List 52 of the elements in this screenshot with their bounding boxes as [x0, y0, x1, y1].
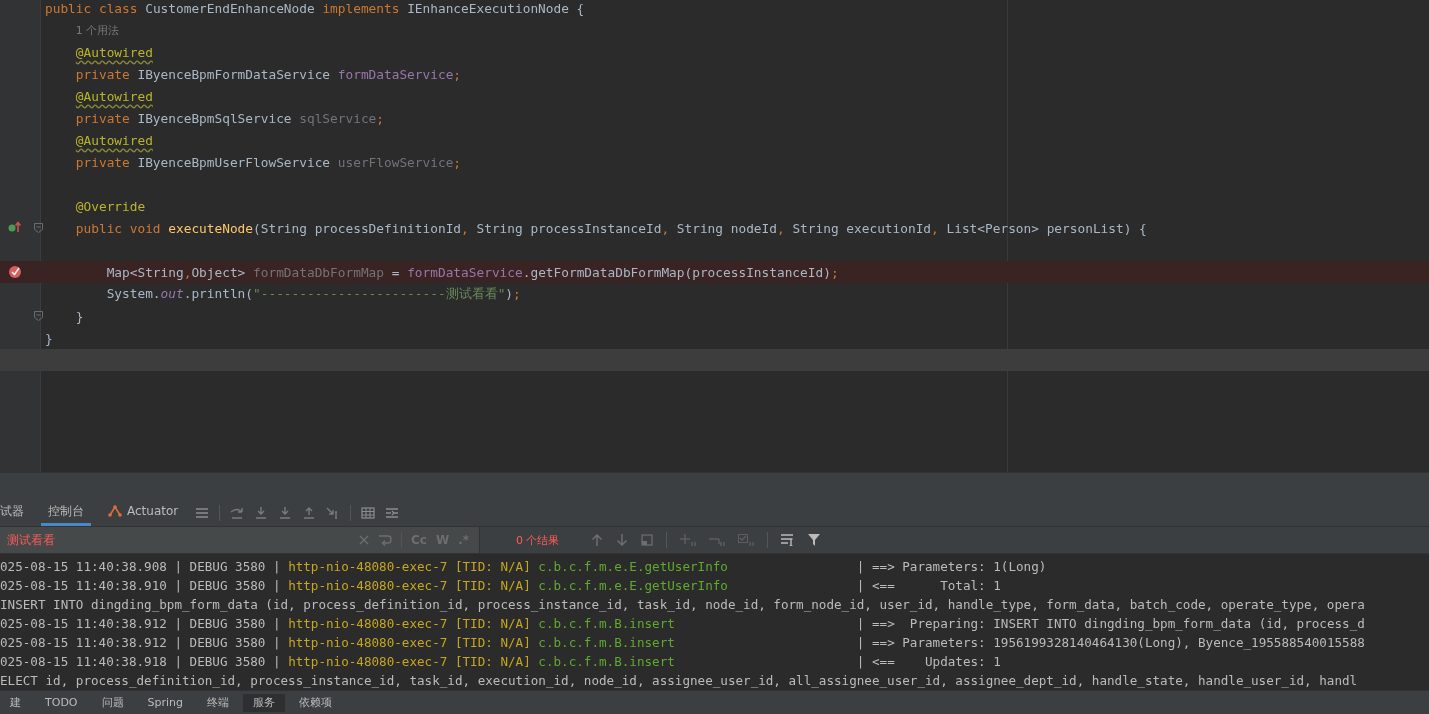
window-icon[interactable]	[640, 534, 653, 546]
bottom-tool-tab[interactable]: 依赖项	[289, 693, 342, 712]
code-line: private IByenceBpmSqlService sqlService;	[75, 110, 384, 126]
select-all-icon[interactable]	[737, 534, 754, 546]
log-line: 025-08-15 11:40:38.908 | DEBUG 3580 | http-nio-48080-exec-7 [TID: N/A] c.b.c.f.m.e.E.getUserInfo | ==> Parameters: 1(Long)	[0, 558, 1047, 576]
log-line: 025-08-15 11:40:38.912 | DEBUG 3580 | http-nio-48080-exec-7 [TID: N/A] c.b.c.f.m.B.insert | ==> Parameters: 1956199328140464130(Long), Byence_195588540015588	[0, 634, 1365, 652]
table-icon[interactable]	[361, 506, 376, 519]
code-line: private IByenceBpmUserFlowService userFlowService;	[75, 154, 462, 170]
code-line: System.out.println("------------------------测试看看");	[106, 285, 521, 301]
down-arrow-icon[interactable]	[615, 534, 628, 546]
up-arrow-icon[interactable]	[590, 534, 603, 546]
code-line: private IByenceBpmFormDataService formDataService;	[75, 66, 462, 82]
bottom-tool-tab[interactable]: 建	[0, 693, 31, 712]
fold-marker-icon[interactable]	[34, 311, 43, 321]
code-line: @Autowired	[75, 88, 153, 104]
implements-marker-icon[interactable]	[8, 221, 22, 233]
log-line: 025-08-15 11:40:38.912 | DEBUG 3580 | http-nio-48080-exec-7 [TID: N/A] c.b.c.f.m.B.insert | ==> Preparing: INSERT INTO dingding_bpm_form_data (id, process_d	[0, 615, 1365, 633]
bottom-tool-tab[interactable]: Spring	[137, 693, 193, 712]
filter-icon[interactable]	[807, 534, 820, 546]
code-line: }	[75, 308, 84, 324]
wrap-icon[interactable]	[378, 534, 392, 546]
bottom-tool-tab[interactable]: 服务	[243, 693, 285, 712]
force-step-into-icon[interactable]	[278, 506, 293, 519]
bottom-tool-tab[interactable]: TODO	[35, 693, 88, 712]
code-line: @Override	[75, 198, 146, 214]
code-line: Map<String,Object> formDataDbFormMap = formDataService.getFormDataDbFormMap(processInstanceId);	[106, 264, 839, 280]
actuator-icon	[108, 505, 122, 517]
match-count: 0 个结果	[516, 532, 560, 548]
close-icon[interactable]	[359, 535, 369, 545]
tool-tab[interactable]: 试器	[0, 499, 31, 526]
step-into-icon[interactable]	[254, 506, 269, 519]
usages-hint: 1 个用法	[75, 23, 120, 37]
code-line: public void executeNode(String processDefinitionId, String processInstanceId, String nodeId, String executionId, List<Person> personList) {	[75, 220, 1147, 236]
code-line: public class CustomerEndEnhanceNode implements IEnhanceExecutionNode {	[45, 0, 585, 16]
sql-line: ELECT id, process_definition_id, process_instance_id, task_id, execution_id, node_id, assignee_user_id, all_assignee_user_id, assignee_dept_id, handle_state, handle_user_id, handl	[0, 672, 1358, 690]
settings-lines-icon[interactable]	[385, 506, 400, 519]
add-occurrence-icon[interactable]	[679, 534, 696, 546]
code-line: @Autowired	[75, 44, 153, 60]
menu-icon[interactable]	[195, 506, 210, 519]
log-line: 025-08-15 11:40:38.918 | DEBUG 3580 | http-nio-48080-exec-7 [TID: N/A] c.b.c.f.m.B.insert | <== Updates: 1	[0, 653, 1001, 671]
fold-marker-icon[interactable]	[34, 223, 43, 233]
bottom-tool-tab[interactable]: 问题	[91, 693, 134, 712]
step-out-icon[interactable]	[302, 506, 317, 519]
step-over-icon[interactable]	[230, 506, 245, 519]
sql-line: INSERT INTO dingding_bpm_form_data (id, process_definition_id, process_instance_id, task_id, node_id, form_node_id, user_id, handle_type, form_data, batch_code, operate_type, opera	[0, 596, 1365, 614]
code-line: }	[45, 330, 53, 346]
log-line: 025-08-15 11:40:38.910 | DEBUG 3580 | http-nio-48080-exec-7 [TID: N/A] c.b.c.f.m.e.E.getUserInfo | <== Total: 1	[0, 577, 1001, 595]
filter-lines-icon[interactable]	[780, 534, 795, 546]
code-line: @Autowired	[75, 132, 153, 148]
tool-tab[interactable]: Actuator	[101, 499, 186, 526]
bottom-tool-tab[interactable]: 终端	[197, 693, 239, 712]
breakpoint-icon[interactable]	[8, 265, 22, 279]
